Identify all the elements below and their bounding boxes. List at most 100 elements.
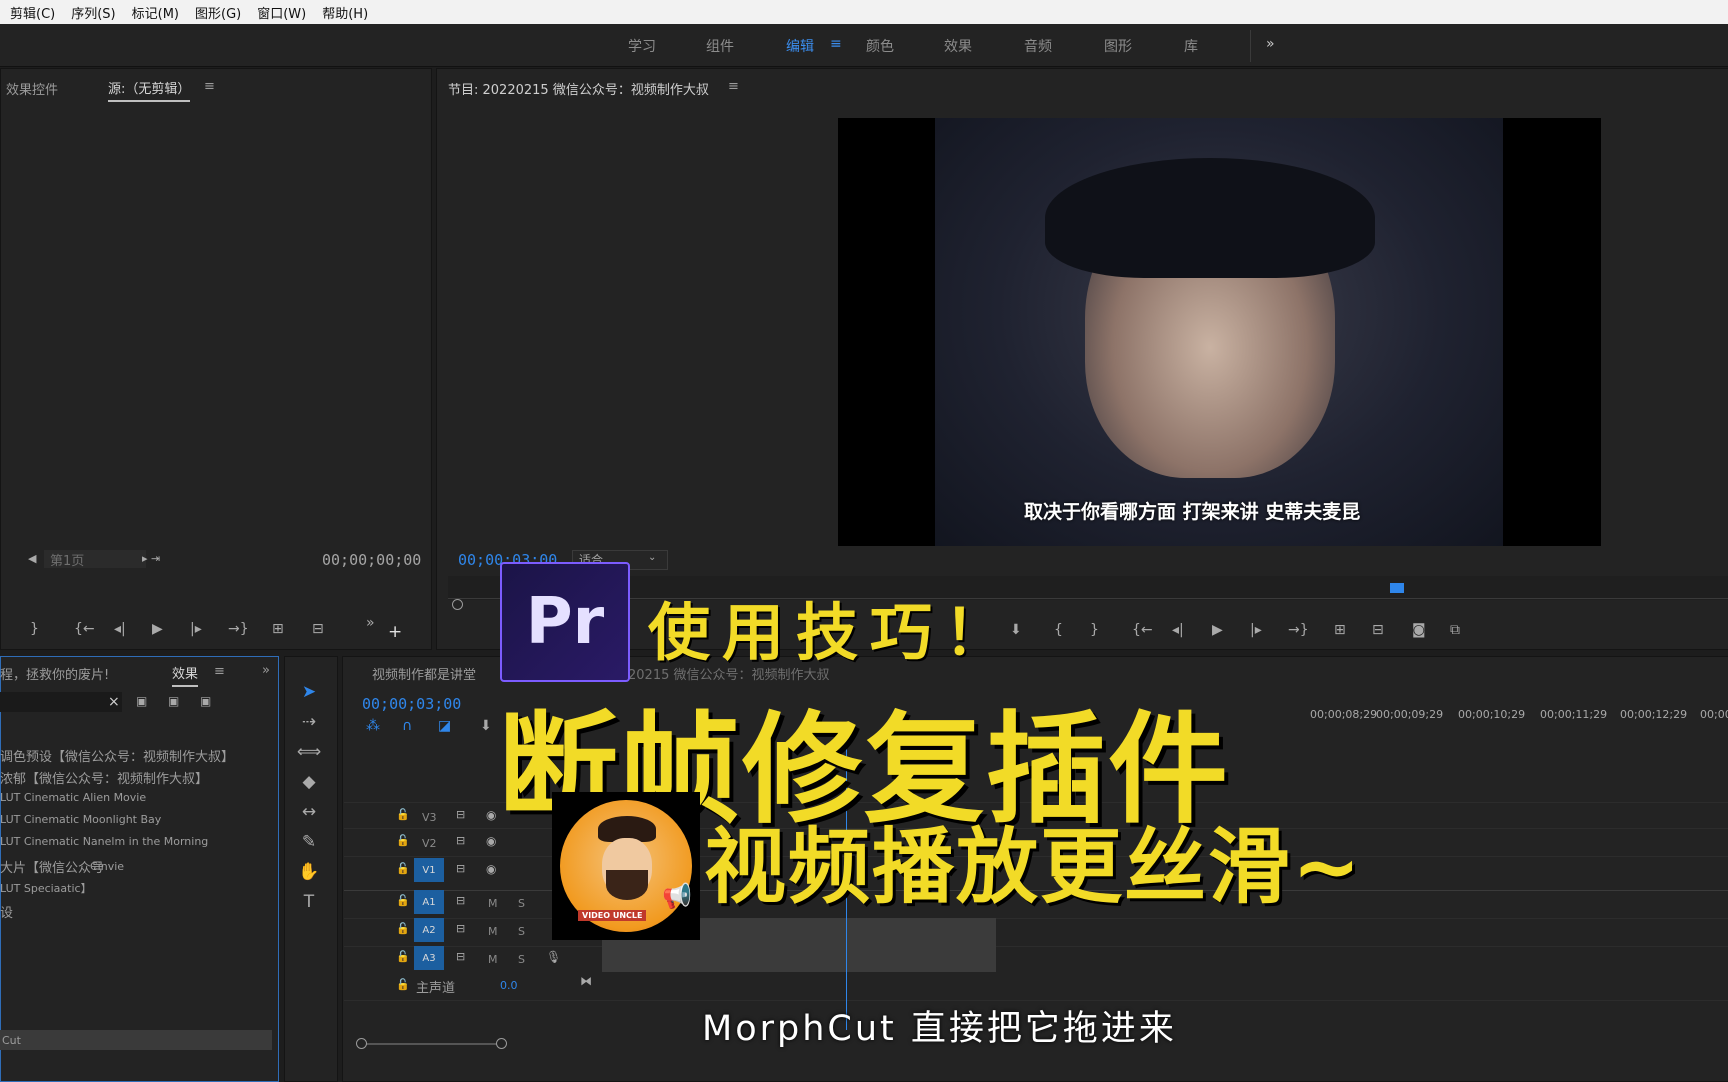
workspace-learn[interactable]: 学习 <box>628 36 656 56</box>
effects-item[interactable]: LUT Cinematic Moonlight Bay <box>0 813 161 826</box>
menu-item-window[interactable]: 窗口(W) <box>257 3 306 22</box>
track-select-tool-icon[interactable]: ⇢ <box>296 712 322 732</box>
fit-chevron-down-icon[interactable]: ⌄ <box>648 552 656 563</box>
effects-item[interactable]: 浓郁【微信公众号：视频制作大叔】 <box>0 768 208 787</box>
workspace-menu-icon[interactable]: ≡ <box>830 36 842 52</box>
tab-effects[interactable]: 效果 <box>172 663 199 687</box>
master-volume-value[interactable]: 0.0 <box>500 979 518 992</box>
source-step-back-icon[interactable]: ◂| <box>114 621 126 637</box>
workspace-color[interactable]: 颜色 <box>866 36 894 56</box>
workspace-audio[interactable]: 音频 <box>1024 36 1052 56</box>
source-goto-out-icon[interactable]: →} <box>228 621 249 637</box>
source-overwrite-icon[interactable]: ⊟ <box>312 621 324 637</box>
extract-icon[interactable]: ⊟ <box>1372 622 1384 638</box>
sync-lock-icon[interactable]: ⊟ <box>456 950 465 963</box>
pen-tool-icon[interactable]: ✎ <box>296 832 322 852</box>
track-label-v3[interactable]: V3 <box>422 811 437 824</box>
play-icon[interactable]: ▶ <box>1212 622 1223 638</box>
workspace-libraries[interactable]: 库 <box>1184 36 1198 56</box>
sync-lock-icon[interactable]: ⊟ <box>456 894 465 907</box>
effects-item[interactable]: LUT Cinematic Alien Movie <box>0 791 146 804</box>
mute-button[interactable]: M <box>488 953 498 966</box>
goto-in-icon[interactable]: {← <box>1132 622 1153 638</box>
source-timecode[interactable]: 00;00;00;00 <box>322 551 421 569</box>
track-label-v2[interactable]: V2 <box>422 837 437 850</box>
track-label-a3[interactable]: A3 <box>414 946 444 970</box>
linked-selection-icon[interactable]: ◪ <box>438 718 451 734</box>
step-back-icon[interactable]: ◂| <box>1172 622 1184 638</box>
menu-item-clip[interactable]: 剪辑(C) <box>10 3 55 22</box>
effects-item[interactable]: LUT Speciaatic】 <box>0 880 92 896</box>
track-label-v1[interactable]: V1 <box>414 858 444 882</box>
program-scrub-bar[interactable] <box>448 576 1728 600</box>
clear-search-icon[interactable]: × <box>108 694 120 710</box>
lock-icon[interactable]: 🔓 <box>396 894 410 907</box>
effects-more-icon[interactable]: » <box>262 663 270 678</box>
yuv-effects-icon[interactable]: ▣ <box>200 694 211 708</box>
eye-icon[interactable]: ◉ <box>486 808 496 822</box>
accelerated-effects-icon[interactable]: ▣ <box>136 694 147 708</box>
effects-menu-icon[interactable]: ≡ <box>214 664 225 679</box>
lift-icon[interactable]: ⊞ <box>1334 622 1346 638</box>
workspace-graphics[interactable]: 图形 <box>1104 36 1132 56</box>
solo-button[interactable]: S <box>518 897 525 910</box>
lock-icon[interactable]: 🔓 <box>396 834 410 847</box>
32bit-effects-icon[interactable]: ▣ <box>168 694 179 708</box>
effects-search-input[interactable] <box>0 692 122 712</box>
source-goto-in-icon[interactable]: {← <box>74 621 95 637</box>
snap-magnet-icon[interactable]: ∩ <box>402 718 412 734</box>
page-field[interactable]: 第1页 <box>44 550 146 569</box>
sync-lock-icon[interactable]: ⊟ <box>456 834 465 847</box>
mark-in-icon[interactable]: { <box>1054 622 1063 638</box>
effects-item-cut[interactable]: Cut <box>2 1034 21 1047</box>
lock-icon[interactable]: 🔓 <box>396 862 410 875</box>
sync-lock-icon[interactable]: ⊟ <box>456 862 465 875</box>
tab-effect-controls[interactable]: 效果控件 <box>6 79 58 98</box>
eye-icon[interactable]: ◉ <box>486 862 496 876</box>
source-mark-out-icon[interactable]: } <box>30 621 39 637</box>
workspace-effects[interactable]: 效果 <box>944 36 972 56</box>
menu-item-help[interactable]: 帮助(H) <box>322 3 368 22</box>
workspace-editing[interactable]: 编辑 <box>786 36 814 56</box>
hand-tool-icon[interactable]: ✋ <box>296 862 322 882</box>
master-end-icon[interactable]: ⧓ <box>580 974 592 988</box>
program-title[interactable]: 节目: 20220215 微信公众号：视频制作大叔 <box>448 79 709 98</box>
lock-icon[interactable]: 🔓 <box>396 808 410 821</box>
source-panel-menu-icon[interactable]: ≡ <box>204 79 215 94</box>
program-zoom-handle-icon[interactable] <box>452 599 463 610</box>
razor-tool-icon[interactable]: ◆ <box>296 772 322 792</box>
step-forward-icon[interactable]: |▸ <box>1250 622 1262 638</box>
slip-tool-icon[interactable]: ↔ <box>296 802 322 822</box>
more-workspaces-icon[interactable]: » <box>1266 36 1275 52</box>
zoom-handle-right-icon[interactable] <box>496 1038 507 1049</box>
track-label-a2[interactable]: A2 <box>414 918 444 942</box>
lock-icon[interactable]: 🔓 <box>396 922 410 935</box>
tab-tutorial[interactable]: 程，拯救你的废片! <box>0 664 109 683</box>
menu-item-sequence[interactable]: 序列(S) <box>71 3 115 22</box>
solo-button[interactable]: S <box>518 953 525 966</box>
effects-item[interactable]: LUT Cinematic Nanelm in the Morning <box>0 835 208 848</box>
workspace-assembly[interactable]: 组件 <box>706 36 734 56</box>
timeline-marker-icon[interactable]: ⬇ <box>480 718 492 734</box>
source-step-forward-icon[interactable]: |▸ <box>190 621 202 637</box>
solo-button[interactable]: S <box>518 925 525 938</box>
nest-toggle-icon[interactable]: ⁂ <box>366 718 380 734</box>
program-panel-menu-icon[interactable]: ≡ <box>728 79 739 94</box>
source-more-icon[interactable]: » <box>366 615 375 631</box>
effects-item[interactable]: 大片【微信公众号 <box>0 857 104 876</box>
export-frame-camera-icon[interactable]: ◙ <box>1412 622 1426 638</box>
source-play-icon[interactable]: ▶ <box>152 621 163 637</box>
track-label-a1[interactable]: A1 <box>414 890 444 914</box>
type-tool-icon[interactable]: T <box>296 892 322 912</box>
effects-item-selected[interactable] <box>0 1030 272 1050</box>
eye-icon[interactable]: ◉ <box>486 834 496 848</box>
lock-icon[interactable]: 🔓 <box>396 950 410 963</box>
mute-button[interactable]: M <box>488 925 498 938</box>
tab-source[interactable]: 源:（无剪辑） <box>108 78 191 102</box>
next-page-icon[interactable]: ▸ ⇥ <box>142 552 160 565</box>
effects-item[interactable]: 设 <box>0 902 13 921</box>
mark-out-icon[interactable]: } <box>1090 622 1099 638</box>
menu-item-markers[interactable]: 标记(M) <box>132 3 179 22</box>
menu-item-graphics[interactable]: 图形(G) <box>195 3 241 22</box>
mute-button[interactable]: M <box>488 897 498 910</box>
